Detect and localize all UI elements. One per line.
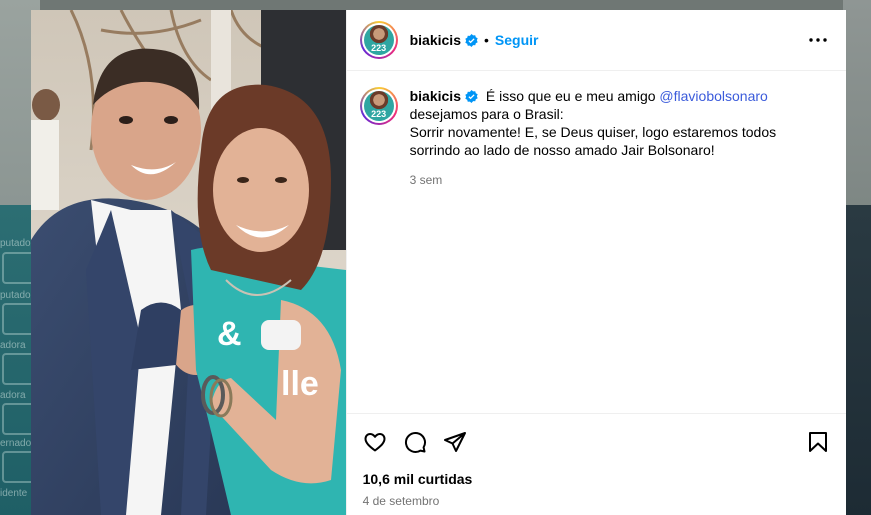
post-actions: 10,6 mil curtidas 4 de setembro	[346, 413, 846, 508]
verified-icon	[465, 33, 478, 47]
separator-dot: •	[483, 32, 489, 48]
author-username[interactable]: biakicis	[410, 32, 461, 48]
shirt-text: &	[217, 315, 242, 353]
more-options-icon[interactable]	[806, 28, 830, 52]
verified-icon	[465, 90, 478, 103]
caption-line: desejamos para o Brasil:	[409, 106, 564, 122]
post-photo[interactable]: & lle	[31, 10, 346, 515]
follow-button[interactable]: Seguir	[495, 32, 539, 48]
avatar-number: 223	[371, 43, 387, 53]
comment-icon[interactable]	[403, 430, 427, 454]
mention-link[interactable]: @flaviobolsonaro	[659, 88, 767, 104]
avatar-number: 223	[371, 109, 387, 119]
avatar[interactable]: 223	[359, 21, 398, 59]
post-date[interactable]: 4 de setembro	[363, 494, 830, 508]
bookmark-icon[interactable]	[806, 430, 830, 454]
caption-text: biakicis É isso que eu e meu amigo @flav…	[410, 87, 810, 189]
caption-time[interactable]: 3 sem	[410, 171, 810, 189]
post-modal: & lle 223 biakicis • Seguir 223 biakicis…	[31, 10, 846, 515]
heart-icon[interactable]	[363, 430, 387, 454]
caption-line: É isso que eu e meu amigo	[485, 88, 660, 104]
background-top	[40, 0, 843, 10]
post-header: 223 biakicis • Seguir	[346, 10, 846, 71]
post-details-panel: 223 biakicis • Seguir 223 biakicis É iss…	[345, 10, 846, 515]
caption-line: sorrindo ao lado de nosso amado Jair Bol…	[409, 142, 715, 158]
caption-username[interactable]: biakicis	[410, 88, 461, 104]
shirt-text: lle	[281, 365, 319, 403]
action-icons	[363, 426, 830, 458]
likes-count[interactable]: 10,6 mil curtidas	[363, 471, 830, 487]
photo-illustration: & lle	[31, 10, 346, 515]
share-icon[interactable]	[443, 430, 467, 454]
caption-line: Sorrir novamente! E, se Deus quiser, log…	[409, 124, 777, 140]
background-right	[843, 0, 871, 515]
avatar[interactable]: 223	[359, 87, 398, 125]
caption-block: 223 biakicis É isso que eu e meu amigo @…	[347, 71, 846, 205]
